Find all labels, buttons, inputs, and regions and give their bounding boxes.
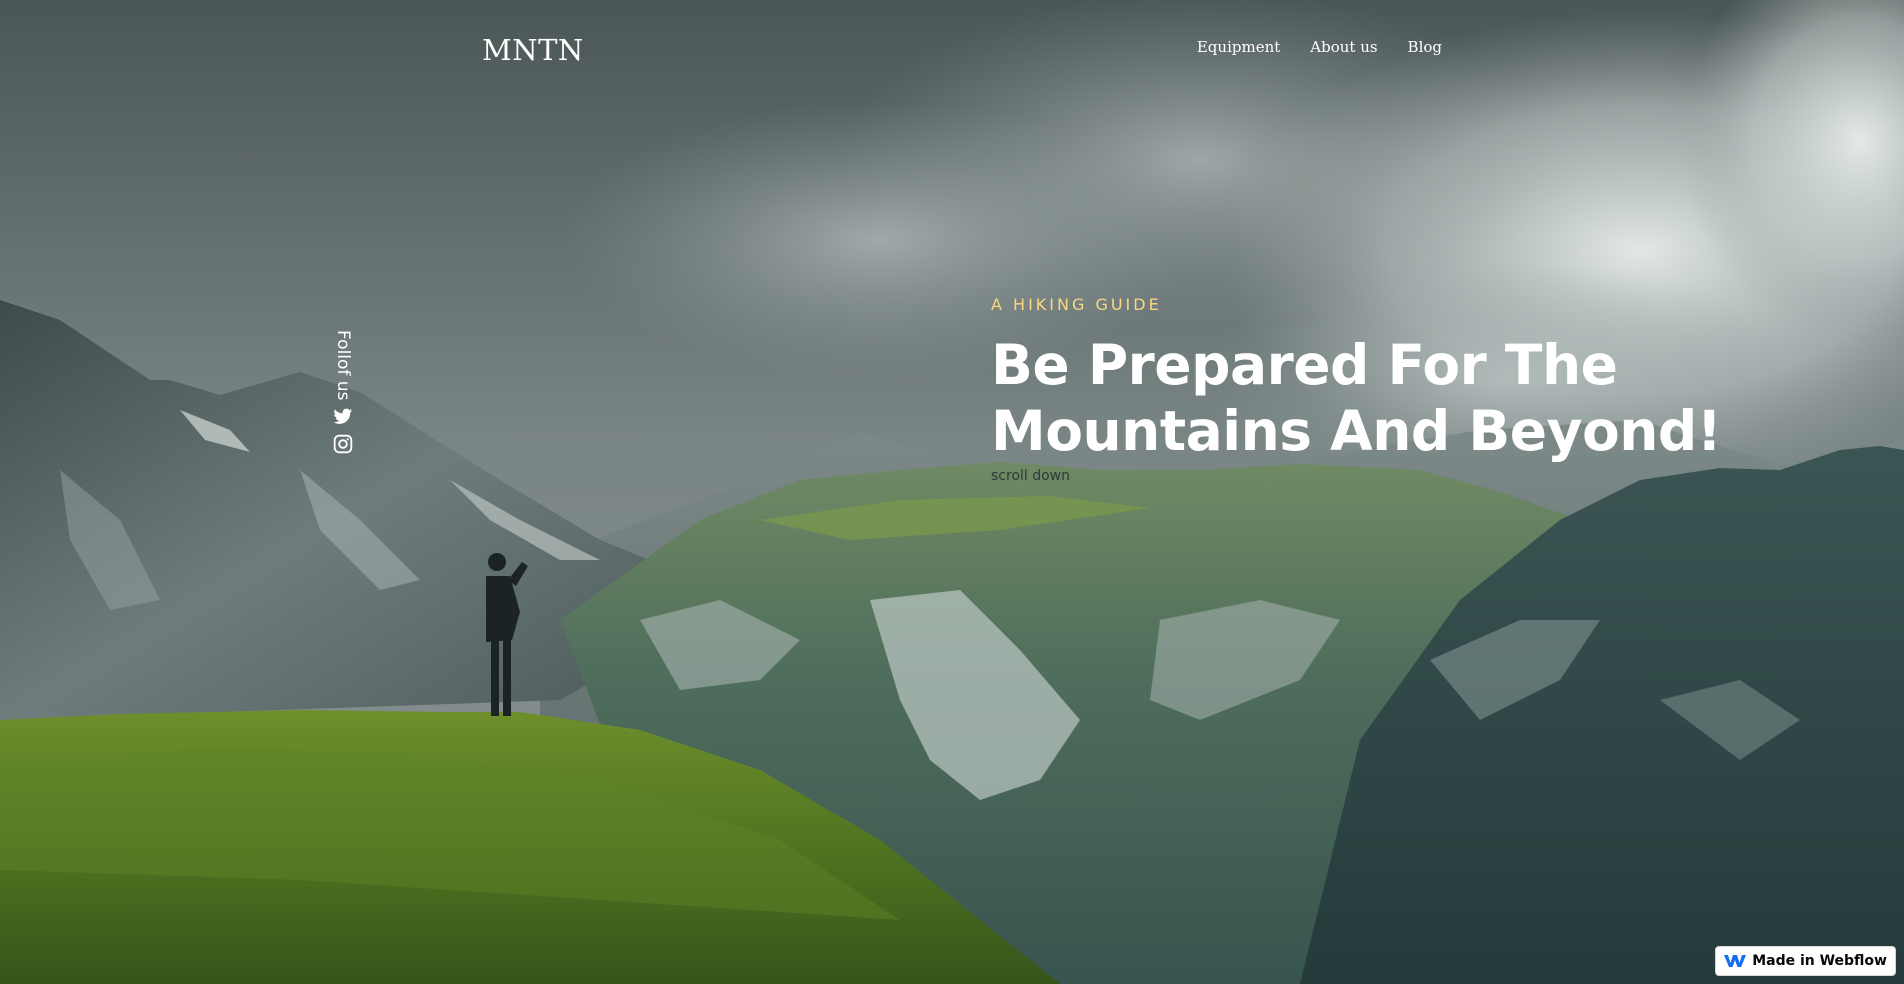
hero-background-image [0,0,1904,984]
instagram-icon[interactable] [333,434,353,454]
twitter-icon[interactable] [333,408,353,426]
hero-title-line-2: Mountains And Beyond! [991,399,1722,463]
main-nav: Equipment About us Blog [1197,36,1442,58]
made-in-webflow-badge[interactable]: Made in Webflow [1715,946,1896,976]
hero-title-line-1: Be Prepared For The [991,333,1618,397]
webflow-badge-label: Made in Webflow [1752,953,1887,969]
site-logo[interactable]: MNTN [482,30,584,70]
hero-eyebrow: A HIKING GUIDE [991,295,1162,314]
webflow-icon [1724,955,1747,967]
nav-link-equipment[interactable]: Equipment [1197,36,1280,58]
nav-link-blog[interactable]: Blog [1408,36,1442,58]
social-links: Follof us [329,330,357,454]
hero-content: A HIKING GUIDE Be Prepared For The Mount… [991,290,1751,486]
follow-us-label: Follof us [333,330,353,401]
hero-title: Be Prepared For The Mountains And Beyond… [991,332,1751,464]
page: MNTN Equipment About us Blog Follof us A… [0,0,1904,984]
scroll-down-link[interactable]: scroll down [991,466,1070,486]
nav-link-about-us[interactable]: About us [1310,36,1377,58]
